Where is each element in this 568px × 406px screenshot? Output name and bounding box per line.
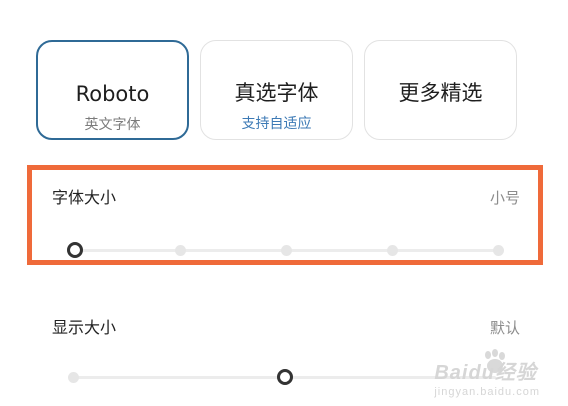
display-size-label: 显示大小 bbox=[52, 318, 117, 337]
display-size-step-1[interactable] bbox=[67, 371, 79, 383]
watermark-url: jingyan.baidu.com bbox=[434, 386, 540, 398]
display-size-value: 默认 bbox=[489, 319, 520, 337]
font-card-title: 更多精选 bbox=[398, 81, 483, 105]
font-card-more[interactable]: 更多精选 bbox=[364, 40, 517, 140]
font-card-title: Roboto bbox=[75, 82, 150, 106]
watermark-brand: Baidu经验 bbox=[434, 362, 537, 384]
font-card-roboto[interactable]: Roboto 英文字体 bbox=[36, 40, 189, 140]
font-card-zhenxuan[interactable]: 真选字体 支持自适应 bbox=[200, 40, 353, 140]
display-size-slider-thumb[interactable] bbox=[277, 369, 293, 385]
font-card-subtitle: 英文字体 bbox=[84, 117, 141, 133]
font-card-subtitle: 支持自适应 bbox=[241, 116, 312, 132]
baidu-jingyan-watermark: Baidu经验 jingyan.baidu.com bbox=[434, 356, 540, 398]
font-card-title: 真选字体 bbox=[234, 81, 319, 105]
highlight-box bbox=[27, 165, 543, 265]
